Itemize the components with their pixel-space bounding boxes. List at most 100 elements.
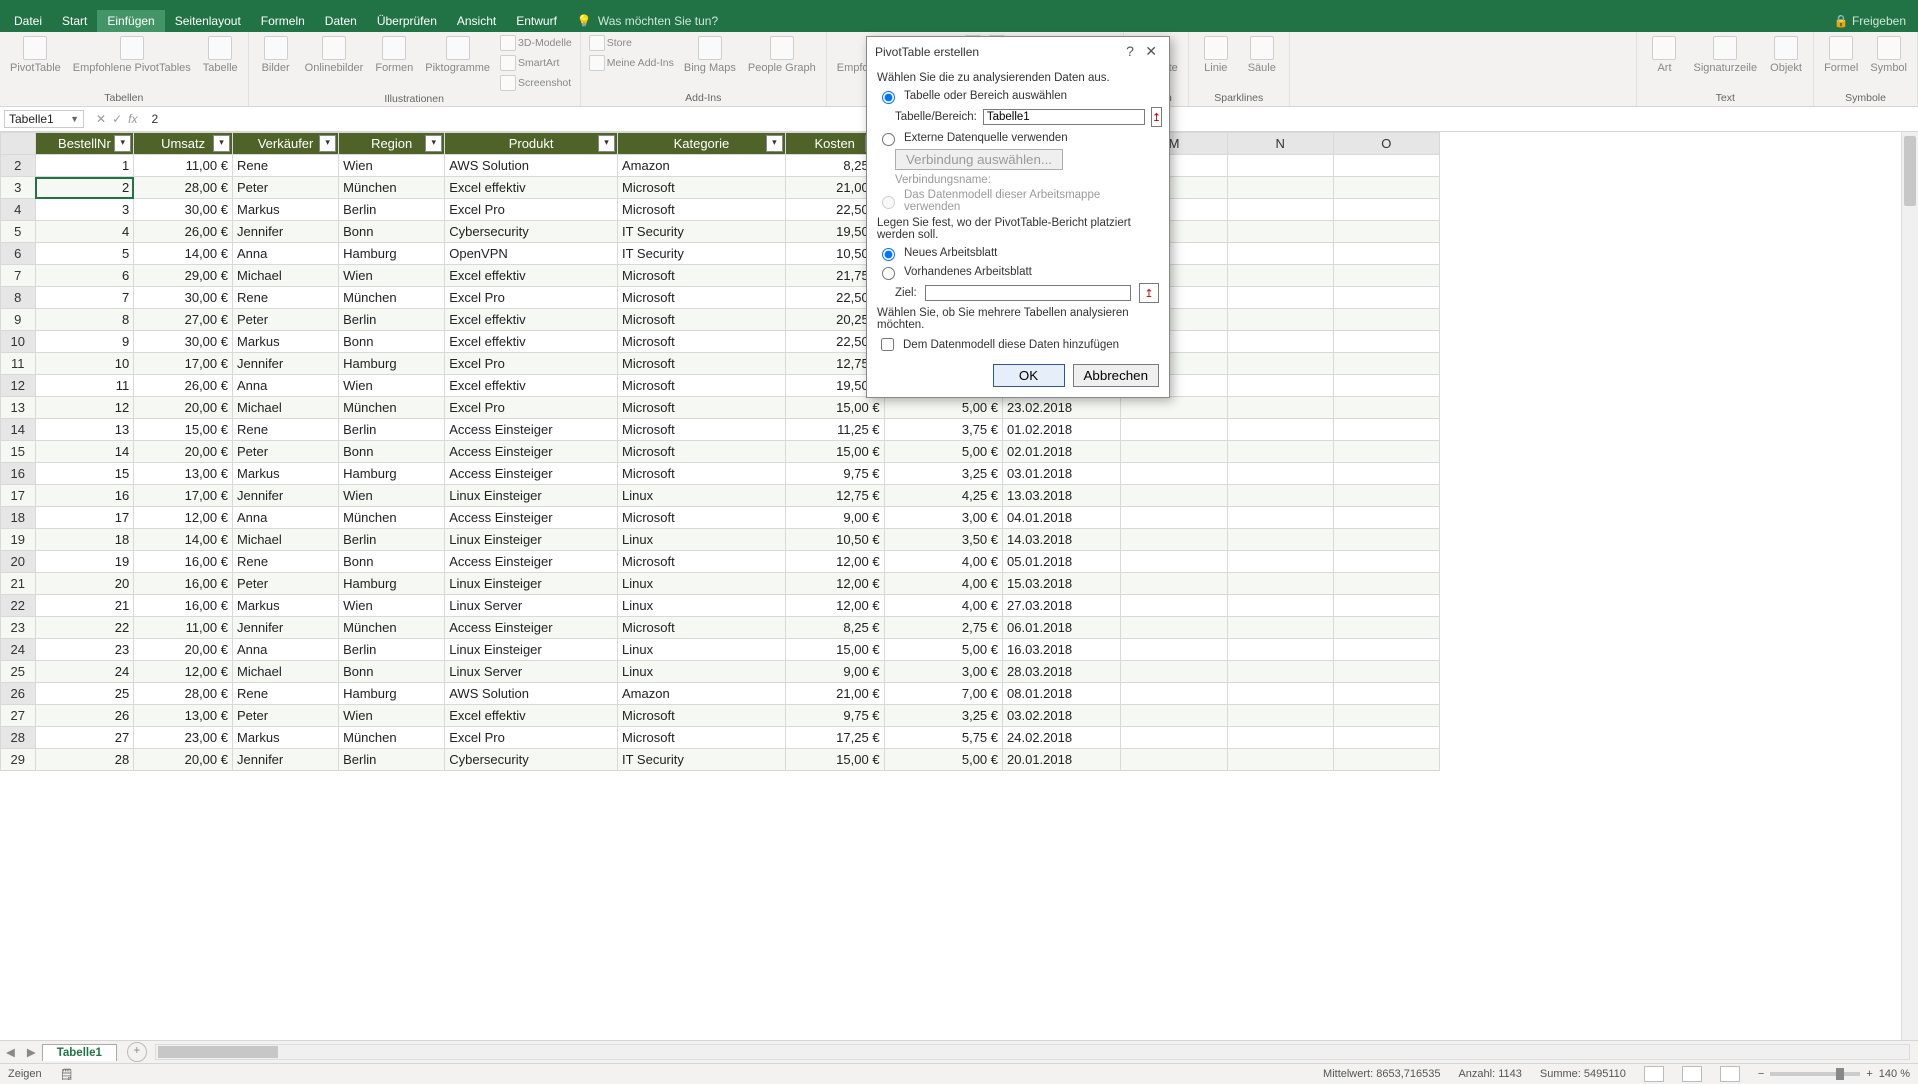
cell[interactable]: 6 [35,265,134,287]
column-header[interactable]: Verkäufer▾ [232,133,338,155]
store-button[interactable]: Store [587,34,676,52]
cell-empty[interactable] [1227,551,1333,573]
cell[interactable]: 4,25 € [884,485,1002,507]
cell-empty[interactable] [1333,199,1439,221]
cell[interactable]: 23.02.2018 [1003,397,1121,419]
cell[interactable]: 14 [35,441,134,463]
name-box[interactable]: Tabelle1 ▼ [4,110,84,128]
people-graph-button[interactable]: People Graph [744,34,820,76]
cell[interactable]: Jennifer [232,617,338,639]
cell[interactable]: 03.02.2018 [1003,705,1121,727]
cell[interactable]: 28,00 € [134,177,233,199]
column-header[interactable]: Kategorie▾ [618,133,786,155]
3d-models-button[interactable]: 3D-Modelle [498,34,574,52]
cell[interactable]: 27.03.2018 [1003,595,1121,617]
cell[interactable]: OpenVPN [445,243,618,265]
cell[interactable]: 18 [35,529,134,551]
cell[interactable]: Jennifer [232,485,338,507]
cell[interactable]: 16.03.2018 [1003,639,1121,661]
cell[interactable]: Microsoft [618,727,786,749]
filter-button[interactable]: ▾ [766,135,783,152]
row-header[interactable]: 25 [1,661,36,683]
cell-empty[interactable] [1333,441,1439,463]
cell[interactable]: München [339,397,445,419]
cell[interactable]: 28.03.2018 [1003,661,1121,683]
cell[interactable]: Michael [232,397,338,419]
tab-datei[interactable]: Datei [4,10,52,32]
row-header[interactable]: 14 [1,419,36,441]
table-button[interactable]: Tabelle [199,34,242,76]
cell-empty[interactable] [1121,507,1227,529]
cell[interactable]: 14.03.2018 [1003,529,1121,551]
cell[interactable]: 20,00 € [134,441,233,463]
zoom-out-button[interactable]: − [1758,1068,1764,1080]
cell[interactable]: Peter [232,573,338,595]
cell-empty[interactable] [1121,617,1227,639]
row-header[interactable]: 9 [1,309,36,331]
cell[interactable]: Anna [232,507,338,529]
cell-empty[interactable] [1227,397,1333,419]
cell[interactable]: Excel effektiv [445,375,618,397]
cell[interactable]: 3,50 € [884,529,1002,551]
cell[interactable]: 20,00 € [134,639,233,661]
cell-empty[interactable] [1333,331,1439,353]
row-header[interactable]: 21 [1,573,36,595]
cell[interactable]: 15,00 € [785,749,884,771]
row-header[interactable]: 10 [1,331,36,353]
cell[interactable]: Microsoft [618,265,786,287]
cell[interactable]: 08.01.2018 [1003,683,1121,705]
cell[interactable]: 03.01.2018 [1003,463,1121,485]
row-header[interactable]: 6 [1,243,36,265]
cell-empty[interactable] [1121,683,1227,705]
cell[interactable]: 12,00 € [785,573,884,595]
sheet-nav-prev[interactable]: ◀ [0,1045,21,1059]
column-header[interactable]: Produkt▾ [445,133,618,155]
cell-empty[interactable] [1121,441,1227,463]
cell[interactable]: AWS Solution [445,683,618,705]
cell[interactable]: 16,00 € [134,573,233,595]
cell[interactable]: Hamburg [339,353,445,375]
cell-empty[interactable] [1333,177,1439,199]
cell[interactable]: AWS Solution [445,155,618,177]
cell[interactable]: 7 [35,287,134,309]
cell[interactable]: 2,75 € [884,617,1002,639]
cell[interactable]: 11,00 € [134,155,233,177]
cell[interactable]: 4,00 € [884,573,1002,595]
cell-empty[interactable] [1227,507,1333,529]
cell[interactable]: 14,00 € [134,243,233,265]
recommended-pivottables-button[interactable]: Empfohlene PivotTables [69,34,195,76]
cell-empty[interactable] [1333,639,1439,661]
tab-formeln[interactable]: Formeln [251,10,315,32]
pivottable-button[interactable]: PivotTable [6,34,65,76]
radio-table-range[interactable]: Tabelle oder Bereich auswählen [877,88,1159,104]
cell[interactable]: 01.02.2018 [1003,419,1121,441]
cell-empty[interactable] [1333,397,1439,419]
cell-empty[interactable] [1227,155,1333,177]
cell-empty[interactable] [1121,595,1227,617]
cell[interactable]: 15,00 € [785,441,884,463]
cell[interactable]: 20,00 € [134,749,233,771]
row-header[interactable]: 20 [1,551,36,573]
row-header[interactable]: 7 [1,265,36,287]
zoom-slider[interactable] [1770,1072,1860,1076]
row-header[interactable]: 4 [1,199,36,221]
zoom-in-button[interactable]: + [1866,1068,1872,1080]
cell-empty[interactable] [1227,705,1333,727]
cell[interactable]: 15,00 € [785,397,884,419]
cell[interactable]: 16 [35,485,134,507]
cell[interactable]: Rene [232,683,338,705]
cell[interactable]: Linux [618,573,786,595]
tab-entwurf[interactable]: Entwurf [506,10,567,32]
cell[interactable]: Linux [618,661,786,683]
cell[interactable]: Linux Einsteiger [445,573,618,595]
radio-existing-worksheet[interactable]: Vorhandenes Arbeitsblatt [877,264,1159,280]
cell-empty[interactable] [1227,375,1333,397]
cell[interactable]: 12 [35,397,134,419]
cell-empty[interactable] [1333,309,1439,331]
cell-empty[interactable] [1227,595,1333,617]
row-header[interactable]: 22 [1,595,36,617]
cell[interactable]: Microsoft [618,419,786,441]
cell[interactable]: Wien [339,595,445,617]
cell-empty[interactable] [1227,573,1333,595]
cell[interactable]: 3,75 € [884,419,1002,441]
